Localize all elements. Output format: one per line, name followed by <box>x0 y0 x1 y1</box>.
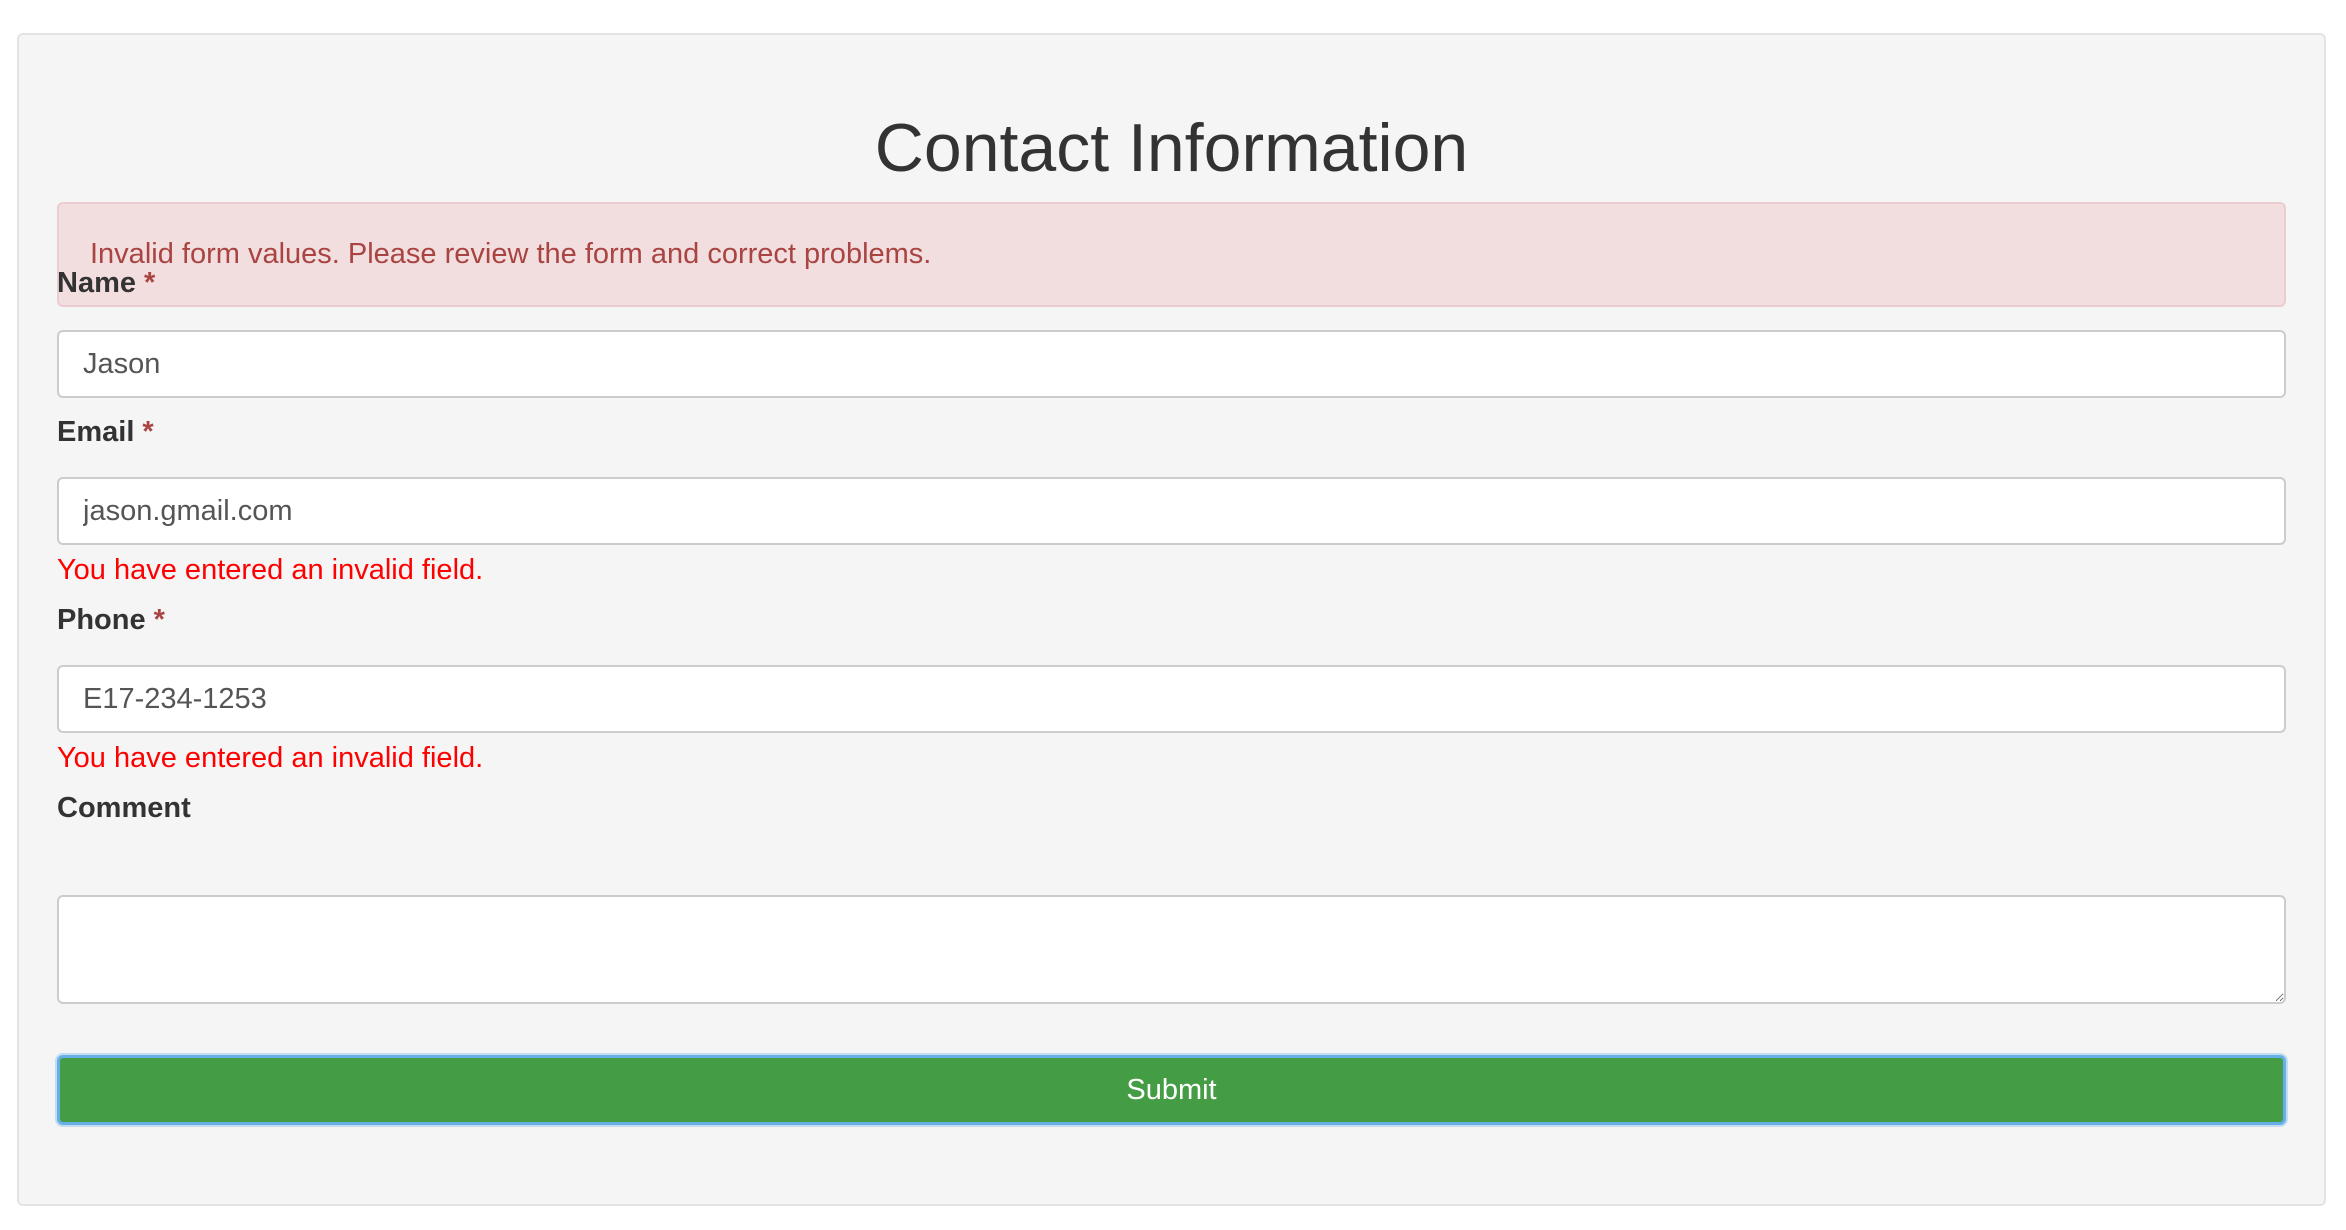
email-label-text: Email <box>57 416 135 448</box>
phone-input[interactable] <box>57 665 2286 733</box>
required-marker: * <box>153 604 165 636</box>
name-label-text: Name <box>57 267 136 299</box>
submit-button[interactable]: Submit <box>57 1055 2286 1125</box>
error-alert-message: Invalid form values. Please review the f… <box>90 238 932 270</box>
required-marker: * <box>144 267 156 299</box>
comment-label-text: Comment <box>57 792 191 824</box>
form-title: Contact Information <box>874 110 1469 186</box>
comment-textarea[interactable] <box>57 895 2286 1004</box>
contact-form-panel: Contact Information Invalid form values.… <box>17 33 2326 1206</box>
name-label: Name * <box>57 266 155 300</box>
phone-error-message: You have entered an invalid field. <box>57 742 484 774</box>
phone-label-text: Phone <box>57 604 146 636</box>
email-input[interactable] <box>57 477 2286 545</box>
error-alert: Invalid form values. Please review the f… <box>57 202 2286 307</box>
phone-label: Phone * <box>57 603 165 637</box>
email-label: Email * <box>57 415 154 449</box>
name-input[interactable] <box>57 330 2286 398</box>
comment-label: Comment <box>57 791 191 825</box>
email-error-message: You have entered an invalid field. <box>57 554 484 586</box>
required-marker: * <box>142 416 154 448</box>
